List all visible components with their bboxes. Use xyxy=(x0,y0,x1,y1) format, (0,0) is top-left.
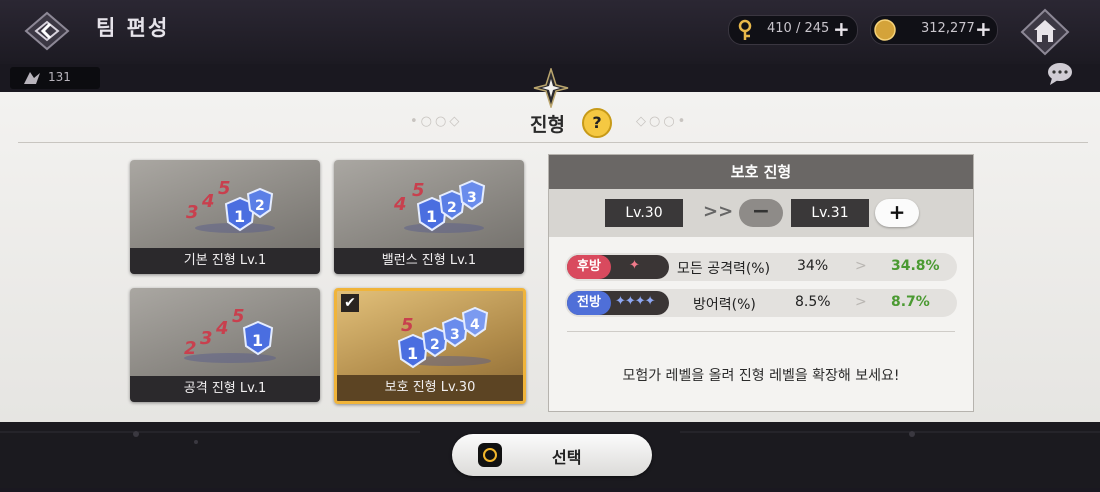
svg-text:4: 4 xyxy=(470,317,480,333)
page-title: 팀 편성 xyxy=(96,16,170,40)
top-bar: 팀 편성 410 / 245 + 312,277 + xyxy=(0,0,1100,64)
svg-text:5: 5 xyxy=(218,178,231,199)
add-key-button[interactable]: + xyxy=(833,17,850,41)
card-label: 밸런스 진형 Lv.1 xyxy=(334,248,524,274)
back-button[interactable] xyxy=(22,10,72,52)
current-level: Lv.30 xyxy=(605,199,683,227)
chevron-right-icon: > xyxy=(855,258,867,274)
position-tag-front: 전방 ✦✦✦✦ xyxy=(567,291,669,315)
level-bar: Lv.30 >> − Lv.31 + xyxy=(549,189,973,237)
level-hint-message: 모험가 레벨을 올려 진형 레벨을 확장해 보세요! xyxy=(622,368,900,384)
svg-text:4: 4 xyxy=(215,318,229,339)
stat-current: 34% xyxy=(797,258,829,274)
select-button[interactable]: 선택 xyxy=(452,434,652,476)
svg-text:3: 3 xyxy=(467,190,477,206)
card-label: 보호 진형 Lv.30 xyxy=(337,375,523,401)
formation-card-attack[interactable]: 2 3 4 5 1 공격 진형 Lv.1 xyxy=(130,288,320,402)
title-ornament-right: ◇○○• xyxy=(636,114,689,129)
chat-button[interactable] xyxy=(1046,62,1074,90)
decrease-level-button[interactable]: − xyxy=(739,199,783,227)
formation-card-balance[interactable]: 4 5 1 2 3 밸런스 진형 Lv.1 xyxy=(334,160,524,274)
stat-name: 모든 공격력(%) xyxy=(677,261,771,277)
position-name: 후방 xyxy=(567,255,611,279)
svg-text:4: 4 xyxy=(201,191,215,212)
chat-icon xyxy=(1048,63,1072,85)
wing-icon xyxy=(24,72,40,84)
gold-count: 312,277 xyxy=(921,21,975,36)
stat-row-rear: 후방 ✦ 모든 공격력(%) 34% > 34.8% xyxy=(565,253,957,281)
confirm-ring-icon xyxy=(478,443,502,467)
key-count: 410 / 245 xyxy=(767,21,830,36)
home-button[interactable] xyxy=(1020,8,1070,56)
svg-text:1: 1 xyxy=(426,207,437,226)
front-star-icon: ✦✦✦✦ xyxy=(615,294,656,309)
key-resource: 410 / 245 + xyxy=(728,15,858,45)
stamina-count: 131 xyxy=(48,70,71,84)
svg-text:3: 3 xyxy=(200,328,213,349)
protect-formation-icon: 5 1 2 3 4 xyxy=(397,306,491,369)
card-label: 공격 진형 Lv.1 xyxy=(130,376,320,402)
help-button[interactable]: ? xyxy=(582,108,612,138)
title-divider xyxy=(18,142,1088,143)
key-icon xyxy=(738,19,752,40)
stat-next: 8.7% xyxy=(891,294,930,310)
attack-formation-icon: 2 3 4 5 1 xyxy=(184,306,276,363)
detail-title: 보호 진형 xyxy=(549,155,973,189)
svg-text:3: 3 xyxy=(186,202,199,223)
next-level: Lv.31 xyxy=(791,199,869,227)
increase-level-button[interactable]: + xyxy=(875,199,919,227)
stat-row-front: 전방 ✦✦✦✦ 방어력(%) 8.5% > 8.7% xyxy=(565,289,957,317)
stat-next: 34.8% xyxy=(891,258,940,274)
formation-panel: •○○◇ 진형 ? ◇○○• 3 4 5 1 2 기본 진형 Lv.1 4 5 … xyxy=(0,68,1100,422)
position-tag-rear: 후방 ✦ xyxy=(567,255,669,279)
stat-current: 8.5% xyxy=(795,294,831,310)
svg-text:1: 1 xyxy=(407,344,418,363)
compass-star-icon xyxy=(533,68,569,108)
gold-resource: 312,277 + xyxy=(870,15,998,45)
svg-text:5: 5 xyxy=(401,315,414,336)
svg-text:2: 2 xyxy=(430,337,440,353)
svg-text:4: 4 xyxy=(393,194,407,215)
home-icon xyxy=(1020,8,1070,56)
svg-text:2: 2 xyxy=(184,338,197,359)
panel-title: 진형 xyxy=(530,114,565,136)
formation-card-basic[interactable]: 3 4 5 1 2 기본 진형 Lv.1 xyxy=(130,160,320,274)
select-label: 선택 xyxy=(552,448,582,467)
formation-detail: 보호 진형 Lv.30 >> − Lv.31 + 후방 ✦ 모든 공격력(%) … xyxy=(548,154,974,412)
rear-star-icon: ✦ xyxy=(629,258,640,273)
stamina-indicator: 131 xyxy=(10,67,100,89)
detail-divider xyxy=(567,331,955,332)
back-arrow-icon xyxy=(24,11,70,51)
formation-card-protect[interactable]: ✔ 5 1 2 3 4 보호 진형 Lv.30 xyxy=(334,288,526,404)
level-arrow: >> xyxy=(703,201,734,222)
svg-text:3: 3 xyxy=(450,327,460,343)
chevron-right-icon: > xyxy=(855,294,867,310)
svg-text:5: 5 xyxy=(412,180,425,201)
svg-text:2: 2 xyxy=(255,198,265,214)
position-name: 전방 xyxy=(567,291,611,315)
card-label: 기본 진형 Lv.1 xyxy=(130,248,320,274)
add-gold-button[interactable]: + xyxy=(975,17,992,41)
balance-formation-icon: 4 5 1 2 3 xyxy=(393,179,486,233)
svg-text:2: 2 xyxy=(447,200,457,216)
basic-formation-icon: 3 4 5 1 2 xyxy=(186,178,275,233)
title-ornament-left: •○○◇ xyxy=(410,114,463,129)
svg-text:5: 5 xyxy=(232,306,245,327)
stat-name: 방어력(%) xyxy=(693,297,756,313)
gold-coin-icon xyxy=(874,19,896,41)
svg-text:1: 1 xyxy=(252,331,263,350)
svg-text:1: 1 xyxy=(234,207,245,226)
